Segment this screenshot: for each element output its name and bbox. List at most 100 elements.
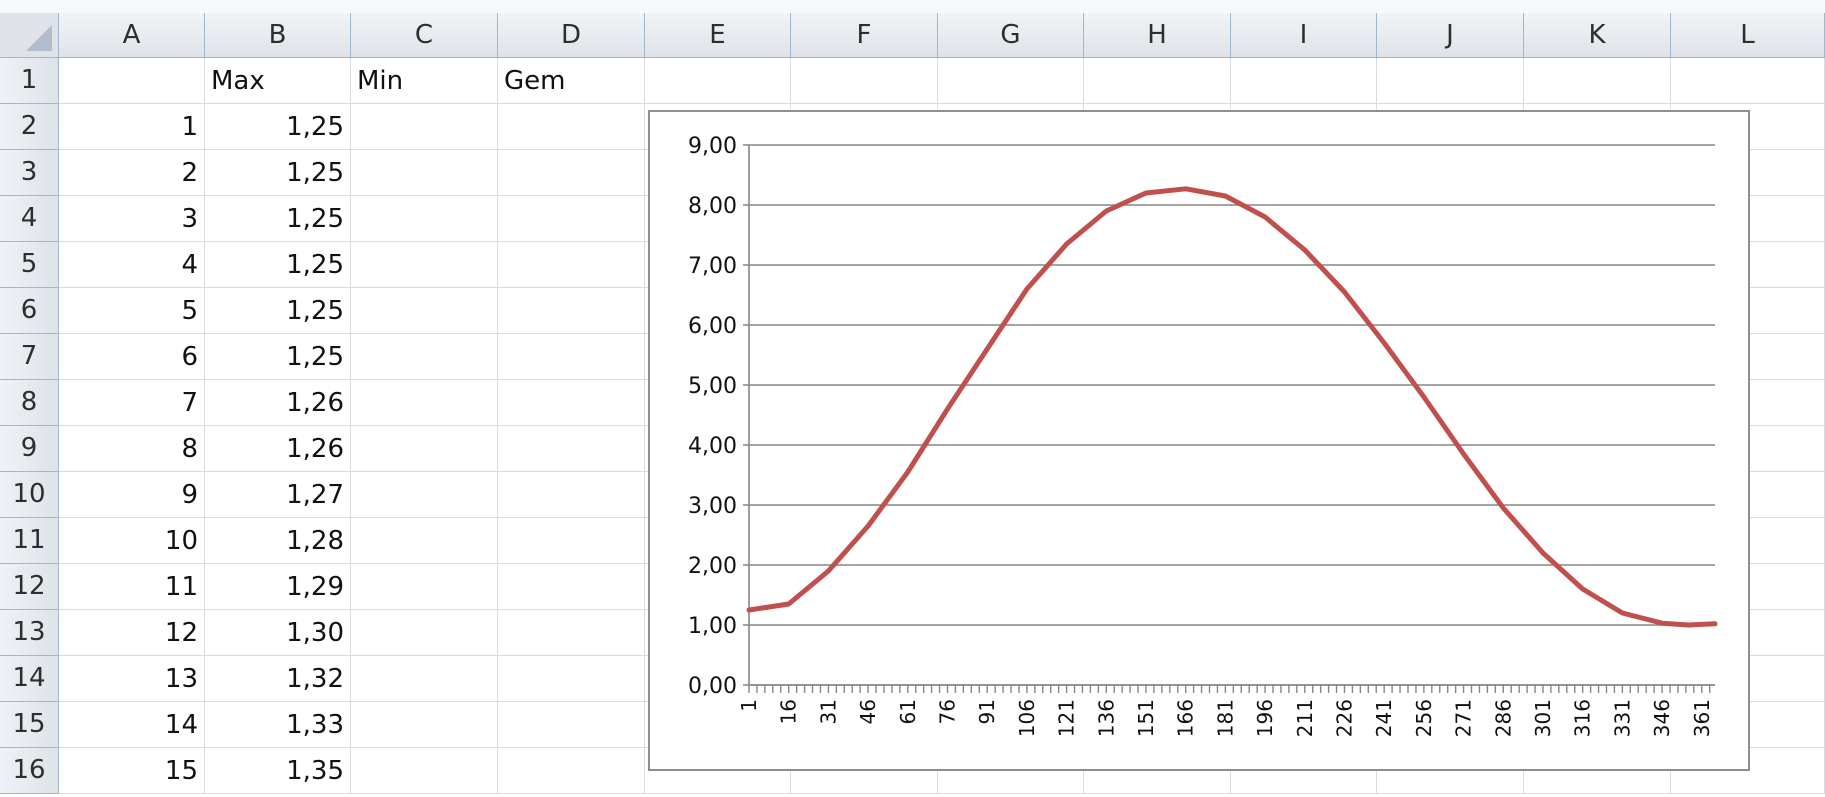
cell-a16[interactable]: 15 (59, 748, 205, 794)
cell-c10[interactable] (351, 472, 498, 518)
cell-d4[interactable] (498, 196, 645, 242)
column-header-i[interactable]: I (1231, 13, 1377, 58)
cell-c8[interactable] (351, 380, 498, 426)
cell-f1[interactable] (791, 58, 938, 104)
column-header-d[interactable]: D (498, 13, 645, 58)
cell-b6[interactable]: 1,25 (205, 288, 351, 334)
column-header-l[interactable]: L (1671, 13, 1825, 58)
cell-b16[interactable]: 1,35 (205, 748, 351, 794)
cell-c14[interactable] (351, 656, 498, 702)
column-header-h[interactable]: H (1084, 13, 1231, 58)
cell-a13[interactable]: 12 (59, 610, 205, 656)
cell-a10[interactable]: 9 (59, 472, 205, 518)
cell-c11[interactable] (351, 518, 498, 564)
cell-b5[interactable]: 1,25 (205, 242, 351, 288)
row-header-12[interactable]: 12 (0, 564, 59, 610)
cell-a8[interactable]: 7 (59, 380, 205, 426)
cell-i1[interactable] (1231, 58, 1377, 104)
row-header-13[interactable]: 13 (0, 610, 59, 656)
cell-a4[interactable]: 3 (59, 196, 205, 242)
row-header-8[interactable]: 8 (0, 380, 59, 426)
cell-d10[interactable] (498, 472, 645, 518)
row-header-2[interactable]: 2 (0, 104, 59, 150)
cell-b15[interactable]: 1,33 (205, 702, 351, 748)
cell-a12[interactable]: 11 (59, 564, 205, 610)
line-chart[interactable]: 0,00 1,00 2,00 3,00 4,00 5,00 6,00 7,00 8,00 9,00… (648, 110, 1750, 771)
cell-b9[interactable]: 1,26 (205, 426, 351, 472)
cell-k1[interactable] (1524, 58, 1671, 104)
cell-d8[interactable] (498, 380, 645, 426)
row-header-1[interactable]: 1 (0, 58, 59, 104)
cell-c5[interactable] (351, 242, 498, 288)
column-header-j[interactable]: J (1377, 13, 1524, 58)
cell-j1[interactable] (1377, 58, 1524, 104)
cell-c7[interactable] (351, 334, 498, 380)
cell-c15[interactable] (351, 702, 498, 748)
cell-a5[interactable]: 4 (59, 242, 205, 288)
row-header-16[interactable]: 16 (0, 748, 59, 794)
row-header-5[interactable]: 5 (0, 242, 59, 288)
cell-c13[interactable] (351, 610, 498, 656)
cell-b2[interactable]: 1,25 (205, 104, 351, 150)
cell-a15[interactable]: 14 (59, 702, 205, 748)
cell-b7[interactable]: 1,25 (205, 334, 351, 380)
cell-a11[interactable]: 10 (59, 518, 205, 564)
row-header-10[interactable]: 10 (0, 472, 59, 518)
cell-d16[interactable] (498, 748, 645, 794)
cell-g1[interactable] (938, 58, 1084, 104)
cell-d11[interactable] (498, 518, 645, 564)
cell-b14[interactable]: 1,32 (205, 656, 351, 702)
column-header-e[interactable]: E (645, 13, 791, 58)
cell-c2[interactable] (351, 104, 498, 150)
cell-d12[interactable] (498, 564, 645, 610)
row-header-9[interactable]: 9 (0, 426, 59, 472)
cell-c16[interactable] (351, 748, 498, 794)
row-header-11[interactable]: 11 (0, 518, 59, 564)
cell-l1[interactable] (1671, 58, 1825, 104)
cell-c3[interactable] (351, 150, 498, 196)
cell-e1[interactable] (645, 58, 791, 104)
cell-a1[interactable] (59, 58, 205, 104)
cell-c6[interactable] (351, 288, 498, 334)
cell-d13[interactable] (498, 610, 645, 656)
cell-b10[interactable]: 1,27 (205, 472, 351, 518)
cell-b3[interactable]: 1,25 (205, 150, 351, 196)
cell-a9[interactable]: 8 (59, 426, 205, 472)
cell-d3[interactable] (498, 150, 645, 196)
cell-a14[interactable]: 13 (59, 656, 205, 702)
cell-d1[interactable]: Gem (498, 58, 645, 104)
row-header-14[interactable]: 14 (0, 656, 59, 702)
row-header-4[interactable]: 4 (0, 196, 59, 242)
column-header-f[interactable]: F (791, 13, 938, 58)
cell-d15[interactable] (498, 702, 645, 748)
cell-b13[interactable]: 1,30 (205, 610, 351, 656)
cell-d7[interactable] (498, 334, 645, 380)
row-header-15[interactable]: 15 (0, 702, 59, 748)
cell-c4[interactable] (351, 196, 498, 242)
cell-b1[interactable]: Max (205, 58, 351, 104)
cell-c9[interactable] (351, 426, 498, 472)
cell-a2[interactable]: 1 (59, 104, 205, 150)
row-header-7[interactable]: 7 (0, 334, 59, 380)
column-header-a[interactable]: A (59, 13, 205, 58)
cell-d5[interactable] (498, 242, 645, 288)
column-header-c[interactable]: C (351, 13, 498, 58)
cell-b12[interactable]: 1,29 (205, 564, 351, 610)
cell-b11[interactable]: 1,28 (205, 518, 351, 564)
cell-b8[interactable]: 1,26 (205, 380, 351, 426)
cell-c12[interactable] (351, 564, 498, 610)
cell-a3[interactable]: 2 (59, 150, 205, 196)
cell-h1[interactable] (1084, 58, 1231, 104)
cell-d2[interactable] (498, 104, 645, 150)
column-header-g[interactable]: G (938, 13, 1084, 58)
cell-b4[interactable]: 1,25 (205, 196, 351, 242)
cell-d9[interactable] (498, 426, 645, 472)
cell-a7[interactable]: 6 (59, 334, 205, 380)
cell-d6[interactable] (498, 288, 645, 334)
row-header-3[interactable]: 3 (0, 150, 59, 196)
cell-a6[interactable]: 5 (59, 288, 205, 334)
column-header-k[interactable]: K (1524, 13, 1671, 58)
column-header-b[interactable]: B (205, 13, 351, 58)
select-all-button[interactable] (0, 13, 59, 58)
row-header-6[interactable]: 6 (0, 288, 59, 334)
